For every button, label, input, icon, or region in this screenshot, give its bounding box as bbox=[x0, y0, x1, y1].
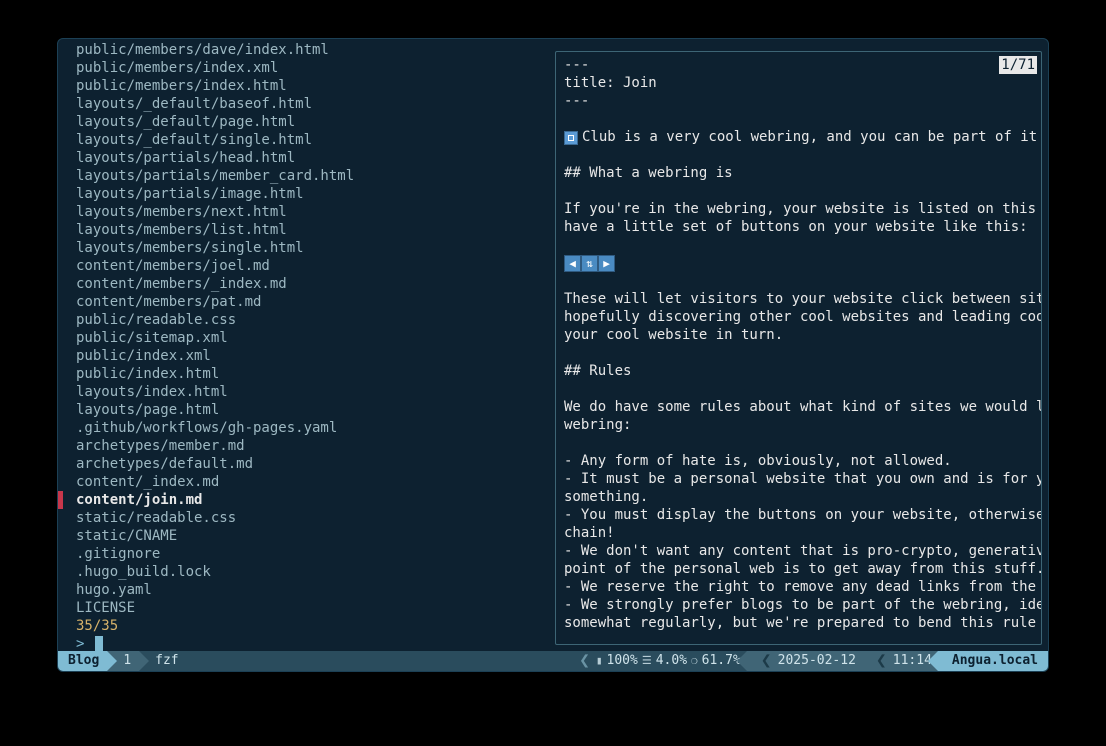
preview-line: - We strongly prefer blogs to be part of… bbox=[564, 596, 1033, 614]
fzf-preview-pane[interactable]: 1/71 ---title: Join--- Club is a very co… bbox=[555, 51, 1042, 645]
cpu-icon: ☰ bbox=[642, 652, 652, 670]
file-item[interactable]: content/members/joel.md bbox=[76, 257, 555, 275]
preview-line: something. bbox=[564, 488, 1033, 506]
preview-line: If you're in the webring, your website i… bbox=[564, 200, 1033, 218]
battery-value: 100% bbox=[607, 652, 638, 670]
arrow-right-icon: ▶ bbox=[598, 255, 615, 272]
file-item[interactable]: content/join.md bbox=[76, 491, 555, 509]
status-hostname: Angua.local bbox=[938, 651, 1048, 671]
preview-line bbox=[564, 434, 1033, 452]
file-item[interactable]: .github/workflows/gh-pages.yaml bbox=[76, 419, 555, 437]
preview-line: ## Rules bbox=[564, 362, 1033, 380]
preview-line bbox=[564, 236, 1033, 254]
file-item[interactable]: public/members/index.html bbox=[76, 77, 555, 95]
memory-icon: ❍ bbox=[691, 652, 698, 670]
file-item[interactable]: archetypes/member.md bbox=[76, 437, 555, 455]
arrow-updown-icon: ⇅ bbox=[581, 255, 598, 272]
preview-position-badge: 1/71 bbox=[999, 56, 1037, 74]
content-area: public/members/dave/index.htmlpublic/mem… bbox=[58, 39, 1048, 651]
preview-line: --- bbox=[564, 56, 1033, 74]
file-item[interactable]: layouts/_default/single.html bbox=[76, 131, 555, 149]
preview-line bbox=[564, 182, 1033, 200]
file-item[interactable]: public/index.html bbox=[76, 365, 555, 383]
status-time: ❮ 11:14 bbox=[862, 651, 938, 671]
memory-value: 61.7% bbox=[702, 652, 741, 670]
file-item[interactable]: layouts/_default/baseof.html bbox=[76, 95, 555, 113]
load-value: 4.0% bbox=[656, 652, 687, 670]
status-date: ❮ 2025-02-12 bbox=[747, 651, 862, 671]
preview-line: - We reserve the right to remove any dea… bbox=[564, 578, 1033, 596]
file-item[interactable]: .hugo_build.lock bbox=[76, 563, 555, 581]
fzf-prompt[interactable]: > bbox=[76, 635, 555, 651]
preview-line: point of the personal web is to get away… bbox=[564, 560, 1033, 578]
file-item[interactable]: layouts/page.html bbox=[76, 401, 555, 419]
file-item[interactable]: static/CNAME bbox=[76, 527, 555, 545]
file-item[interactable]: public/readable.css bbox=[76, 311, 555, 329]
preview-line bbox=[564, 380, 1033, 398]
preview-line bbox=[564, 146, 1033, 164]
arrow-left-icon: ◀ bbox=[564, 255, 581, 272]
preview-line: ◀⇅▶ bbox=[564, 254, 1033, 272]
preview-line: We do have some rules about what kind of… bbox=[564, 398, 1033, 416]
file-item[interactable]: layouts/partials/member_card.html bbox=[76, 167, 555, 185]
preview-line: webring: bbox=[564, 416, 1033, 434]
preview-line: - Any form of hate is, obviously, not al… bbox=[564, 452, 1033, 470]
file-item[interactable]: public/sitemap.xml bbox=[76, 329, 555, 347]
fzf-file-list[interactable]: public/members/dave/index.htmlpublic/mem… bbox=[58, 39, 555, 651]
file-item[interactable]: layouts/partials/head.html bbox=[76, 149, 555, 167]
file-item[interactable]: layouts/members/single.html bbox=[76, 239, 555, 257]
battery-icon: ▮ bbox=[596, 652, 603, 670]
fzf-counter: 35/35 bbox=[76, 617, 555, 635]
status-system: ❮ ▮ 100% ☰ 4.0% ❍ 61.7% bbox=[571, 651, 747, 671]
file-item[interactable]: public/index.xml bbox=[76, 347, 555, 365]
file-item[interactable]: .gitignore bbox=[76, 545, 555, 563]
webring-nav-icons: ◀⇅▶ bbox=[564, 255, 615, 271]
preview-line: --- bbox=[564, 92, 1033, 110]
file-item[interactable]: public/members/dave/index.html bbox=[76, 41, 555, 59]
cursor bbox=[95, 636, 103, 651]
preview-line: These will let visitors to your website … bbox=[564, 290, 1033, 308]
preview-line: somewhat regularly, but we're prepared t… bbox=[564, 614, 1033, 632]
terminal-window: public/members/dave/index.htmlpublic/mem… bbox=[57, 38, 1049, 672]
file-item[interactable]: static/readable.css bbox=[76, 509, 555, 527]
file-item[interactable]: layouts/index.html bbox=[76, 383, 555, 401]
preview-line bbox=[564, 110, 1033, 128]
tmux-statusbar: Blog 1 fzf ❮ ▮ 100% ☰ 4.0% ❍ 61.7% ❮ 202… bbox=[58, 651, 1048, 671]
file-item[interactable]: hugo.yaml bbox=[76, 581, 555, 599]
file-item[interactable]: archetypes/default.md bbox=[76, 455, 555, 473]
preview-line: - It must be a personal website that you… bbox=[564, 470, 1033, 488]
file-item[interactable]: layouts/members/next.html bbox=[76, 203, 555, 221]
file-item[interactable]: content/members/pat.md bbox=[76, 293, 555, 311]
preview-line: your cool website in turn. bbox=[564, 326, 1033, 344]
file-item[interactable]: layouts/partials/image.html bbox=[76, 185, 555, 203]
preview-line bbox=[564, 344, 1033, 362]
preview-line: Club is a very cool webring, and you can… bbox=[564, 128, 1033, 146]
status-session[interactable]: Blog bbox=[58, 651, 107, 671]
file-item[interactable]: LICENSE bbox=[76, 599, 555, 617]
preview-line: chain! bbox=[564, 524, 1033, 542]
preview-line: - We don't want any content that is pro-… bbox=[564, 542, 1033, 560]
preview-line: title: Join bbox=[564, 74, 1033, 92]
file-item[interactable]: content/_index.md bbox=[76, 473, 555, 491]
preview-line: - You must display the buttons on your w… bbox=[564, 506, 1033, 524]
file-item[interactable]: layouts/_default/page.html bbox=[76, 113, 555, 131]
preview-line: ## What a webring is bbox=[564, 164, 1033, 182]
preview-line bbox=[564, 272, 1033, 290]
file-item[interactable]: layouts/members/list.html bbox=[76, 221, 555, 239]
preview-line: have a little set of buttons on your web… bbox=[564, 218, 1033, 236]
file-item[interactable]: content/members/_index.md bbox=[76, 275, 555, 293]
file-item[interactable]: public/members/index.xml bbox=[76, 59, 555, 77]
floppy-disk-icon bbox=[564, 131, 578, 145]
preview-line: hopefully discovering other cool website… bbox=[564, 308, 1033, 326]
